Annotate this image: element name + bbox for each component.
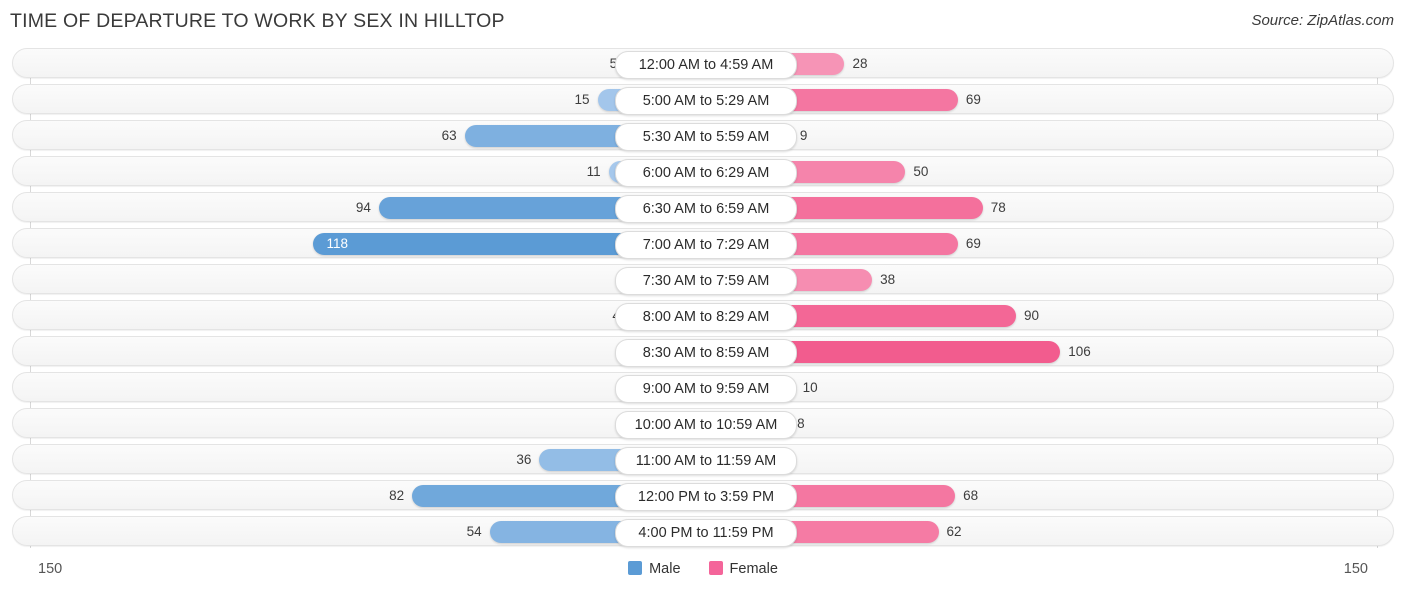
bar-value-male: 15 bbox=[574, 92, 590, 107]
chart-plot-area: 5 28 12:00 AM to 4:59 AM 15 69 5:00 AM to 5:2… bbox=[0, 44, 1406, 551]
bar-value-female: 90 bbox=[1024, 308, 1040, 323]
table-row[interactable]: 54 62 4:00 PM to 11:59 PM bbox=[12, 516, 1394, 547]
category-label: 8:00 AM to 8:29 AM bbox=[615, 303, 797, 331]
bar-value-male: 118 bbox=[326, 236, 349, 251]
category-label: 9:00 AM to 9:59 AM bbox=[615, 375, 797, 403]
chart-header: TIME OF DEPARTURE TO WORK BY SEX IN HILL… bbox=[0, 0, 1406, 42]
page-title: TIME OF DEPARTURE TO WORK BY SEX IN HILL… bbox=[10, 10, 505, 32]
chart-footer: 150 150 Male Female bbox=[0, 551, 1406, 594]
bar-value-male: 63 bbox=[441, 128, 457, 143]
category-label: 5:00 AM to 5:29 AM bbox=[615, 87, 797, 115]
category-label: 11:00 AM to 11:59 AM bbox=[615, 447, 797, 475]
legend-label: Female bbox=[729, 561, 778, 577]
chart-page: TIME OF DEPARTURE TO WORK BY SEX IN HILL… bbox=[0, 0, 1406, 594]
bar-value-female: 50 bbox=[913, 164, 929, 179]
bar-value-female: 62 bbox=[946, 524, 962, 539]
table-row[interactable]: 11 50 6:00 AM to 6:29 AM bbox=[12, 156, 1394, 187]
legend-swatch-icon bbox=[628, 561, 643, 575]
table-row[interactable]: 0387:30 AM to 7:59 AM bbox=[12, 264, 1394, 295]
table-row[interactable]: 01068:30 AM to 8:59 AM bbox=[12, 336, 1394, 367]
table-row[interactable]: 0810:00 AM to 10:59 AM bbox=[12, 408, 1394, 439]
category-label: 7:00 AM to 7:29 AM bbox=[615, 231, 797, 259]
table-row[interactable]: 118 69 7:00 AM to 7:29 AM bbox=[12, 228, 1394, 259]
table-row[interactable]: 3109:00 AM to 9:59 AM bbox=[12, 372, 1394, 403]
bar-value-female: 9 bbox=[799, 128, 808, 143]
bar-value-female: 106 bbox=[1068, 344, 1091, 359]
category-label: 5:30 AM to 5:59 AM bbox=[615, 123, 797, 151]
bar-value-female: 8 bbox=[797, 416, 805, 431]
table-row[interactable]: 94 78 6:30 AM to 6:59 AM bbox=[12, 192, 1394, 223]
category-label: 6:30 AM to 6:59 AM bbox=[615, 195, 797, 223]
table-row[interactable]: 36011:00 AM to 11:59 AM bbox=[12, 444, 1394, 475]
table-row[interactable]: 4908:00 AM to 8:29 AM bbox=[12, 300, 1394, 331]
category-label: 7:30 AM to 7:59 AM bbox=[615, 267, 797, 295]
bar-value-female: 38 bbox=[880, 272, 896, 287]
table-row[interactable]: 82 68 12:00 PM to 3:59 PM bbox=[12, 480, 1394, 511]
bar-value-female: 68 bbox=[963, 488, 979, 503]
legend-item-female[interactable]: Female bbox=[708, 561, 778, 577]
table-row[interactable]: 63 9 5:30 AM to 5:59 AM bbox=[12, 120, 1394, 151]
legend-swatch-icon bbox=[708, 561, 723, 575]
category-label: 10:00 AM to 10:59 AM bbox=[615, 411, 797, 439]
category-label: 4:00 PM to 11:59 PM bbox=[615, 519, 797, 547]
bar-value-female: 69 bbox=[965, 236, 981, 251]
bar-value-female: 78 bbox=[990, 200, 1006, 215]
category-label: 12:00 PM to 3:59 PM bbox=[615, 483, 797, 511]
bar-value-male: 54 bbox=[466, 524, 482, 539]
bar-value-male: 94 bbox=[355, 200, 371, 215]
bar-value-male: 11 bbox=[586, 164, 601, 179]
chart-legend: Male Female bbox=[0, 561, 1406, 577]
source-attribution: Source: ZipAtlas.com bbox=[1251, 12, 1394, 29]
legend-item-male[interactable]: Male bbox=[628, 561, 681, 577]
legend-label: Male bbox=[649, 561, 681, 577]
category-label: 8:30 AM to 8:59 AM bbox=[615, 339, 797, 367]
category-label: 6:00 AM to 6:29 AM bbox=[615, 159, 797, 187]
bar-value-female: 69 bbox=[965, 92, 981, 107]
bar-value-male: 82 bbox=[389, 488, 405, 503]
table-row[interactable]: 5 28 12:00 AM to 4:59 AM bbox=[12, 48, 1394, 79]
table-row[interactable]: 15 69 5:00 AM to 5:29 AM bbox=[12, 84, 1394, 115]
bar-value-female: 28 bbox=[852, 56, 868, 71]
bar-value-female: 10 bbox=[802, 380, 818, 395]
category-label: 12:00 AM to 4:59 AM bbox=[615, 51, 797, 79]
bar-value-male: 36 bbox=[516, 452, 532, 467]
